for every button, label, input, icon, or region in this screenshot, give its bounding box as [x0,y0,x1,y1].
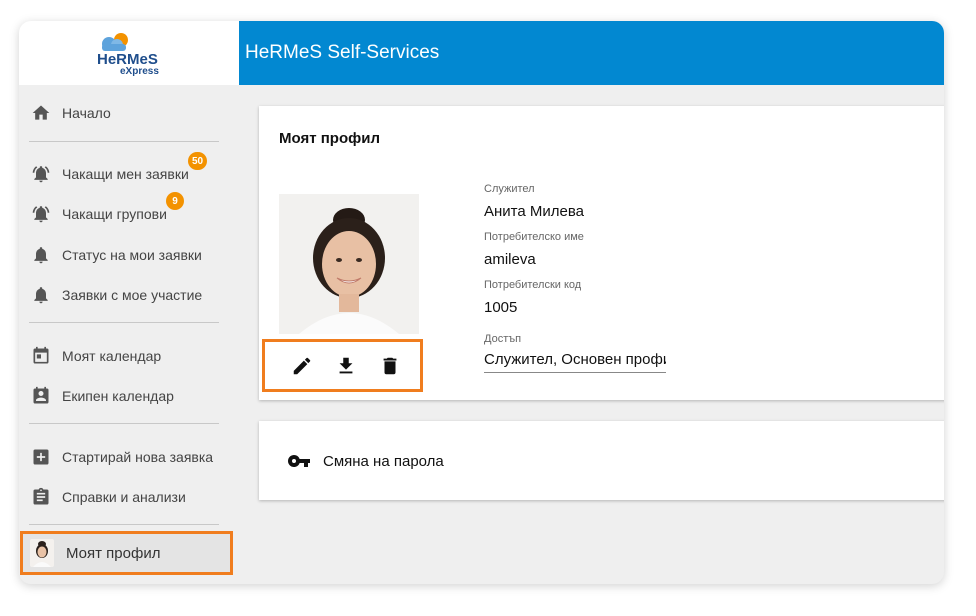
bell-ring-icon [30,163,52,185]
logo-subtext: eXpress [120,66,159,77]
delete-photo-button[interactable] [368,344,412,388]
calendar-icon [30,345,52,367]
access-field[interactable]: Служител, Основен профил [484,351,666,373]
change-password-label: Смяна на парола [323,452,444,470]
clipboard-icon [30,486,52,508]
usercode-label: Потребителски код [484,279,582,291]
page-title: Моят профил [279,130,380,147]
sidebar: HeRMeS eXpress Начало Чакащи мен заявки … [19,21,239,584]
edit-photo-button[interactable] [280,344,324,388]
employee-value: Анита Милева [484,203,584,220]
sidebar-item-label: Статус на мои заявки [62,247,202,263]
key-icon [287,455,310,467]
bell-icon [30,284,52,306]
sidebar-divider [29,524,219,525]
sidebar-item-new-request[interactable]: Стартирай нова заявка [19,441,239,473]
sidebar-item-label: Заявки с мое участие [62,287,203,303]
profile-photo-actions [262,339,423,392]
sidebar-item-pending-group[interactable]: Чакащи групови [19,198,239,230]
sidebar-item-my-participation[interactable]: Заявки с мое участие [19,279,239,311]
sidebar-item-reports[interactable]: Справки и анализи [19,481,239,513]
pencil-icon [293,357,311,374]
usercode-value: 1005 [484,299,518,316]
sidebar-divider [29,322,219,323]
app-window: HeRMeS eXpress Начало Чакащи мен заявки … [19,21,944,584]
avatar [30,539,54,567]
logo[interactable]: HeRMeS eXpress [19,21,239,85]
sidebar-divider [29,141,219,142]
plus-box-icon [30,446,52,468]
logo-cloud-icon [102,33,128,51]
download-photo-button[interactable] [324,344,368,388]
sidebar-item-label: Начало [62,105,111,121]
username-label: Потребителско име [484,231,584,243]
sidebar-item-label: Моят профил [66,544,161,562]
sidebar-item-my-calendar[interactable]: Моят календар [19,340,239,372]
sidebar-item-label: Справки и анализи [62,489,186,505]
pending-count-badge: 50 [188,152,208,170]
sidebar-item-label: Моят календар [62,348,162,364]
trash-icon [383,357,397,374]
profile-card: Моят профил Служител Анита Милева Потреб… [259,106,944,400]
sidebar-item-label: Чакащи групови [62,206,167,222]
sidebar-divider [29,423,219,424]
username-value: amileva [484,251,536,268]
sidebar-item-label: Чакащи мен заявки [62,166,189,182]
sidebar-item-my-profile[interactable]: Моят профил [20,531,233,575]
employee-label: Служител [484,183,535,195]
app-title: HeRMeS Self-Services [245,42,440,63]
sidebar-item-team-calendar[interactable]: Екипен календар [19,380,239,412]
sidebar-item-label: Стартирай нова заявка [62,449,214,465]
group-count-badge: 9 [166,192,184,210]
sidebar-item-label: Екипен календар [62,388,174,404]
app-header: HeRMeS Self-Services [239,21,944,85]
bell-icon [30,244,52,266]
team-calendar-icon [30,385,52,407]
change-password-row[interactable]: Смяна на парола [287,449,444,473]
sidebar-item-my-status[interactable]: Статус на мои заявки [19,239,239,271]
download-icon [339,357,353,373]
sidebar-item-home[interactable]: Начало [19,97,239,129]
profile-photo [279,194,419,334]
access-label: Достъп [484,333,522,345]
bell-ring-icon [30,203,52,225]
home-icon [30,102,52,124]
change-password-card[interactable]: Смяна на парола [259,421,944,500]
